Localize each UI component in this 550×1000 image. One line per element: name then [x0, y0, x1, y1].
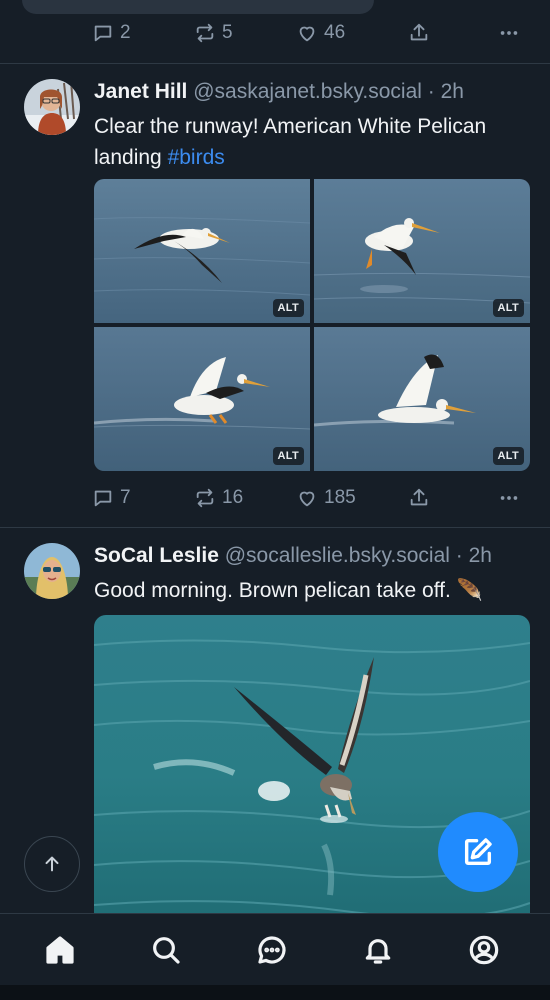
home-icon: [46, 936, 74, 964]
like-button[interactable]: 46: [296, 18, 345, 48]
post-image[interactable]: ALT: [94, 327, 310, 471]
post-text-body: Clear the runway! American White Pelican…: [94, 115, 487, 169]
more-icon: [500, 31, 518, 35]
repost-icon: [196, 488, 214, 508]
more-icon: [500, 496, 518, 500]
reply-button[interactable]: 7: [92, 483, 131, 513]
reply-count: 7: [120, 487, 131, 508]
display-name[interactable]: Janet Hill: [94, 80, 187, 103]
nav-search[interactable]: [148, 932, 184, 968]
heart-icon: [299, 26, 315, 42]
share-icon: [410, 23, 428, 41]
search-icon: [153, 937, 180, 964]
image-grid: ALT ALT ALT ALT: [94, 179, 530, 471]
alt-badge[interactable]: ALT: [492, 447, 524, 465]
nav-home[interactable]: [42, 932, 78, 968]
post-image[interactable]: ALT: [314, 327, 530, 471]
handle[interactable]: @saskajanet.bsky.social: [193, 80, 422, 103]
post-header: SoCal Leslie @socalleslie.bsky.social · …: [94, 543, 540, 569]
like-button[interactable]: 185: [296, 483, 356, 513]
hashtag-link[interactable]: #birds: [168, 146, 225, 169]
previous-post-image-edge: [22, 0, 374, 14]
more-button[interactable]: [498, 18, 520, 48]
avatar[interactable]: [24, 543, 80, 599]
post-image[interactable]: ALT: [314, 179, 530, 323]
reply-button[interactable]: 2: [92, 18, 131, 48]
post-actions: 7 16 185: [92, 483, 532, 513]
post-image[interactable]: ALT: [94, 179, 310, 323]
repost-button[interactable]: 16: [194, 483, 243, 513]
timestamp: · 2h: [427, 80, 464, 103]
post-header: Janet Hill @saskajanet.bsky.social · 2h: [94, 79, 540, 105]
reply-icon: [94, 490, 112, 507]
nav-notifications[interactable]: [360, 932, 396, 968]
like-count: 46: [324, 22, 346, 43]
alt-badge[interactable]: ALT: [272, 447, 304, 465]
alt-badge[interactable]: ALT: [492, 299, 524, 317]
nav-profile[interactable]: [466, 932, 502, 968]
previous-post-actions: 2 5 46: [92, 18, 532, 48]
nav-chat[interactable]: [254, 932, 290, 968]
display-name[interactable]: SoCal Leslie: [94, 544, 219, 567]
timestamp: · 2h: [455, 544, 492, 567]
scroll-to-top-button[interactable]: [24, 836, 80, 892]
repost-count: 16: [222, 487, 244, 508]
heart-icon: [299, 491, 315, 507]
repost-icon: [196, 23, 214, 43]
avatar[interactable]: [24, 79, 80, 135]
system-gesture-bar: [0, 985, 550, 1000]
compose-button[interactable]: [438, 812, 518, 892]
repost-button[interactable]: 5: [194, 18, 233, 48]
profile-icon: [469, 935, 499, 965]
compose-icon: [464, 838, 492, 866]
reply-icon: [94, 25, 112, 42]
bell-icon: [365, 939, 391, 964]
reply-count: 2: [120, 22, 131, 43]
arrow-up-icon: [45, 856, 59, 872]
share-button[interactable]: [408, 18, 430, 48]
repost-count: 5: [222, 22, 233, 43]
chat-icon: [258, 936, 286, 964]
previous-post-partial: 2 5 46: [0, 0, 550, 64]
handle[interactable]: @socalleslie.bsky.social: [225, 544, 450, 567]
bottom-navigation: [0, 913, 550, 985]
share-button[interactable]: [408, 483, 430, 513]
like-count: 185: [324, 487, 356, 508]
alt-badge[interactable]: ALT: [272, 299, 304, 317]
post-card[interactable]: Janet Hill @saskajanet.bsky.social · 2h …: [0, 65, 550, 528]
post-text: Good morning. Brown pelican take off. 🪶: [94, 579, 483, 602]
share-icon: [410, 488, 428, 506]
post-text: Clear the runway! American White Pelican…: [94, 111, 534, 173]
more-button[interactable]: [498, 483, 520, 513]
